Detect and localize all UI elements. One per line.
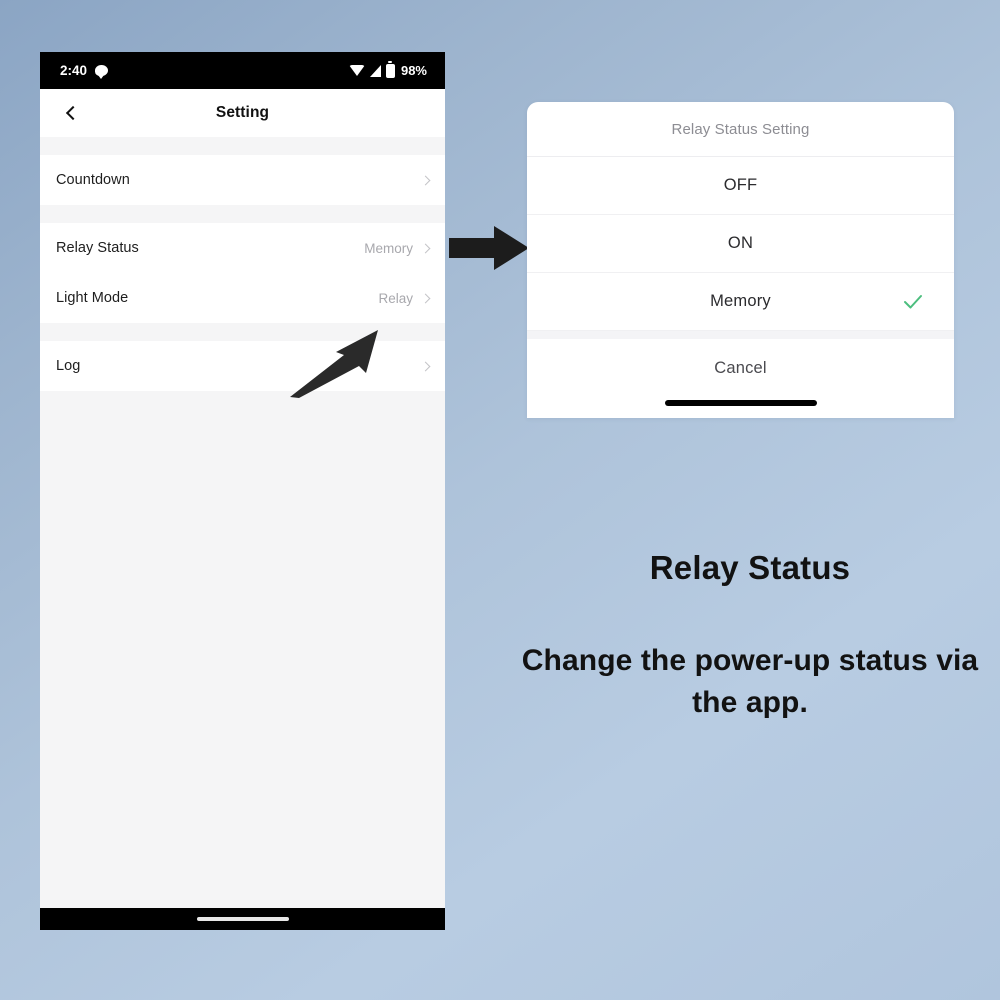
chevron-left-icon <box>65 105 80 121</box>
sidebar-item-relay-status[interactable]: Relay Status Memory <box>40 223 445 273</box>
row-accessory: Memory <box>364 240 431 256</box>
status-bar: 2:40 98% <box>40 52 445 89</box>
page-title: Setting <box>215 104 270 121</box>
dialog-option-on[interactable]: ON <box>527 215 954 273</box>
row-accessory <box>420 175 431 185</box>
status-bar-right: 98% <box>348 60 427 78</box>
check-icon <box>904 294 922 308</box>
settings-group-2: Relay Status Memory Light Mode Relay <box>40 223 445 323</box>
group-gap-1 <box>40 205 445 223</box>
row-accessory <box>420 361 431 371</box>
row-label: Countdown <box>56 172 130 188</box>
settings-scroll-area: Countdown Relay Status Memory Light Mode… <box>40 137 445 930</box>
sidebar-item-log[interactable]: Log <box>40 341 445 391</box>
status-bar-time: 2:40 <box>60 63 88 78</box>
dialog-option-off[interactable]: OFF <box>527 157 954 215</box>
caption-title: Relay Status <box>649 549 851 586</box>
speech-bubble-icon <box>95 65 109 79</box>
cancel-button[interactable]: Cancel <box>527 339 954 397</box>
battery-icon <box>385 60 395 78</box>
row-value: Memory <box>364 240 413 256</box>
battery-percent-label: 98% <box>400 63 427 78</box>
settings-group-3: Log <box>40 341 445 391</box>
cell-signal-icon <box>369 64 381 77</box>
chevron-right-icon <box>420 175 431 185</box>
dialog-option-memory[interactable]: Memory <box>527 273 954 331</box>
dialog-separator <box>527 331 954 339</box>
caption-body: Change the power-up status via the app. <box>521 643 979 719</box>
wifi-icon <box>348 65 365 76</box>
row-label: Log <box>56 358 81 374</box>
row-accessory: Relay <box>378 290 431 306</box>
row-label: Light Mode <box>56 290 129 306</box>
caption-block: Relay Status Change the power-up status … <box>520 548 980 724</box>
dialog-home-indicator <box>527 397 954 418</box>
relay-status-dialog: Relay Status Setting OFF ON Memory Cance… <box>527 102 954 418</box>
row-value: Relay <box>378 290 413 306</box>
chevron-right-icon <box>420 293 431 303</box>
settings-group-1: Countdown <box>40 155 445 205</box>
dialog-header: Relay Status Setting <box>527 102 954 157</box>
chevron-right-icon <box>420 243 431 253</box>
group-gap-top <box>40 137 445 155</box>
home-indicator-bar <box>664 400 817 406</box>
back-button[interactable] <box>54 96 88 130</box>
chevron-right-icon <box>420 361 431 371</box>
phone-mockup: 2:40 98% Setting Countdown Relay Status … <box>40 52 445 930</box>
group-gap-2 <box>40 323 445 341</box>
home-indicator <box>40 908 445 930</box>
dialog-title: Relay Status Setting <box>671 120 810 138</box>
sidebar-item-countdown[interactable]: Countdown <box>40 155 445 205</box>
right-block-arrow-icon <box>449 226 529 270</box>
sidebar-item-light-mode[interactable]: Light Mode Relay <box>40 273 445 323</box>
dialog-option-label: Memory <box>710 292 771 310</box>
cancel-button-label: Cancel <box>714 358 767 377</box>
dialog-option-label: OFF <box>723 176 758 194</box>
screenshot-stage: 2:40 98% Setting Countdown Relay Status … <box>0 0 1000 1000</box>
status-bar-left: 2:40 <box>60 63 109 79</box>
app-nav-bar: Setting <box>40 89 445 137</box>
row-label: Relay Status <box>56 240 139 256</box>
dialog-option-label: ON <box>727 234 754 252</box>
home-indicator-pill <box>196 917 289 921</box>
